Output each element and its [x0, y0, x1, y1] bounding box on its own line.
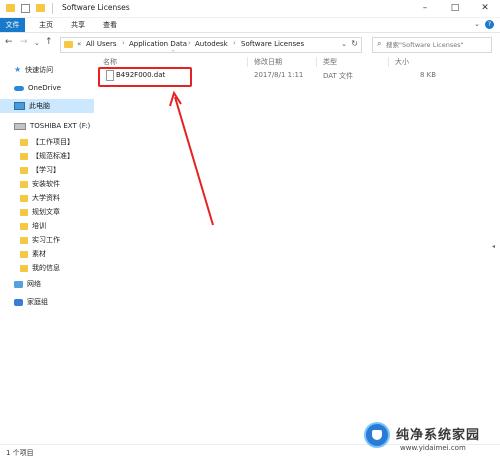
shield-icon	[372, 430, 382, 440]
chevron-left-icon[interactable]: ◂	[492, 243, 495, 250]
watermark-url: www.yidaimei.com	[400, 444, 466, 452]
vertical-scrollbar[interactable]: ◂	[491, 55, 500, 443]
annotation-arrow	[169, 90, 214, 226]
watermark-name: 纯净系统家园	[396, 428, 481, 443]
watermark-logo-icon	[364, 422, 390, 448]
item-count: 1 个项目	[6, 449, 34, 457]
